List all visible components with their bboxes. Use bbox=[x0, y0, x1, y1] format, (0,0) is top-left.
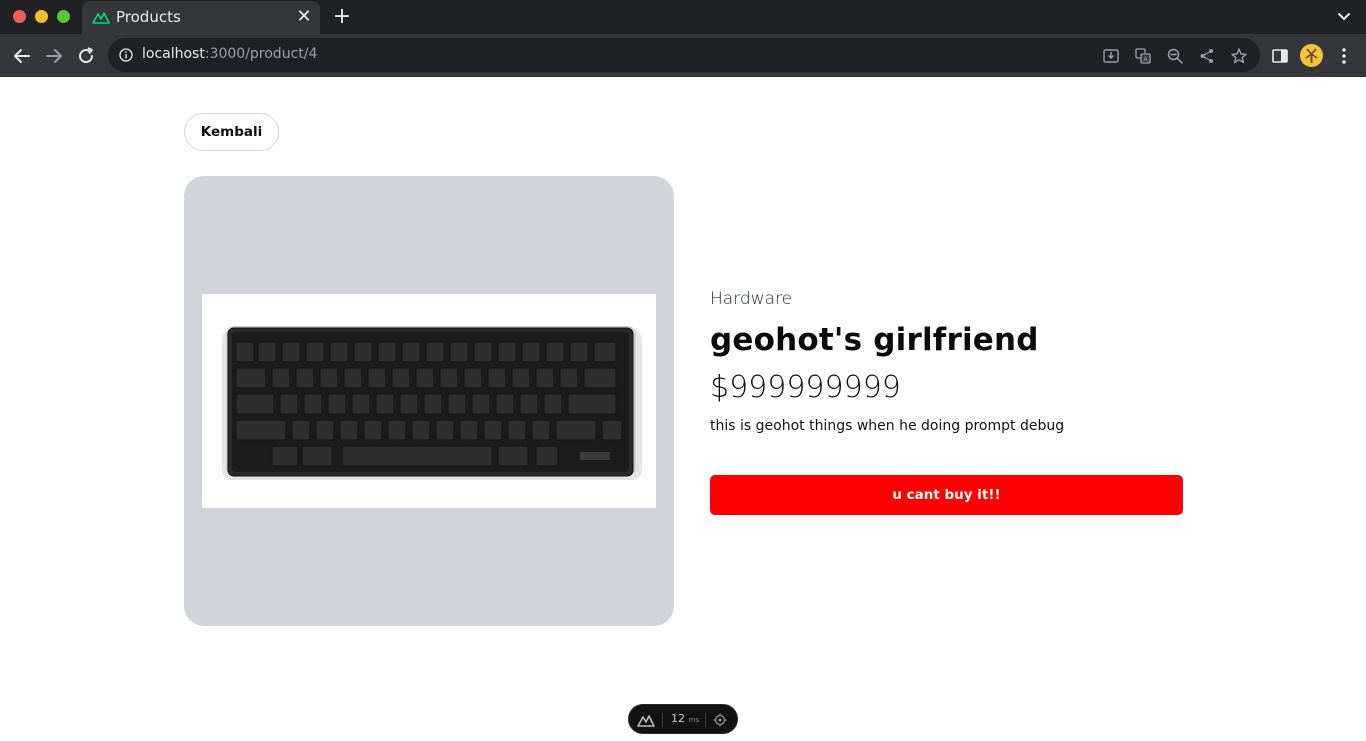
product-description: this is geohot things when he doing prom… bbox=[710, 418, 1065, 434]
product-title: geohot's girlfriend bbox=[710, 322, 1039, 358]
buy-button[interactable]: u cant buy it!! bbox=[710, 475, 1183, 515]
side-panel-icon[interactable] bbox=[1270, 46, 1290, 66]
nuxt-logo-icon bbox=[637, 715, 655, 727]
forward-arrow-icon[interactable] bbox=[42, 44, 66, 68]
site-info-icon[interactable] bbox=[119, 48, 133, 62]
url-text[interactable]: localhost:3000/product/4 bbox=[142, 46, 317, 62]
back-arrow-icon[interactable] bbox=[10, 44, 34, 68]
zoom-out-icon[interactable] bbox=[1166, 47, 1184, 65]
browser-tab-bar: Products ✕ + bbox=[0, 0, 1366, 34]
share-icon[interactable] bbox=[1198, 47, 1216, 65]
windmill-avatar-icon bbox=[1305, 48, 1318, 63]
svg-text:A: A bbox=[1143, 56, 1148, 64]
product-category: Hardware bbox=[710, 289, 793, 309]
translate-icon[interactable]: A bbox=[1134, 47, 1152, 65]
nuxt-logo-icon bbox=[92, 12, 110, 24]
keyboard-image-icon bbox=[222, 326, 642, 480]
bookmark-star-icon[interactable] bbox=[1230, 47, 1248, 65]
tab-title: Products bbox=[116, 8, 181, 26]
chevron-down-icon[interactable] bbox=[1334, 8, 1354, 26]
divider bbox=[705, 713, 706, 727]
nuxt-devtools-bar[interactable]: 12 ms bbox=[628, 704, 738, 734]
address-bar[interactable]: localhost:3000/product/4 A bbox=[108, 38, 1260, 72]
window-maximize-button[interactable] bbox=[57, 10, 70, 23]
window-close-button[interactable] bbox=[13, 10, 26, 23]
install-app-icon[interactable] bbox=[1102, 47, 1120, 65]
render-time: 12 ms bbox=[671, 712, 699, 725]
product-page: Kembali Hardware geohot's girlfriend $99… bbox=[0, 77, 1366, 741]
window-minimize-button[interactable] bbox=[35, 10, 48, 23]
product-price: $999999999 bbox=[710, 370, 901, 405]
product-image-card bbox=[184, 176, 674, 626]
divider bbox=[662, 713, 663, 727]
browser-toolbar: localhost:3000/product/4 A bbox=[0, 34, 1366, 77]
inspect-target-icon[interactable] bbox=[713, 713, 727, 727]
reload-icon[interactable] bbox=[74, 44, 98, 68]
profile-avatar[interactable] bbox=[1300, 44, 1323, 67]
product-image bbox=[202, 294, 656, 508]
more-menu-icon[interactable] bbox=[1334, 46, 1354, 66]
tab-close-icon[interactable]: ✕ bbox=[296, 7, 312, 27]
browser-tab-products[interactable]: Products ✕ bbox=[82, 1, 320, 34]
back-button[interactable]: Kembali bbox=[184, 113, 279, 151]
new-tab-button[interactable]: + bbox=[332, 5, 352, 29]
